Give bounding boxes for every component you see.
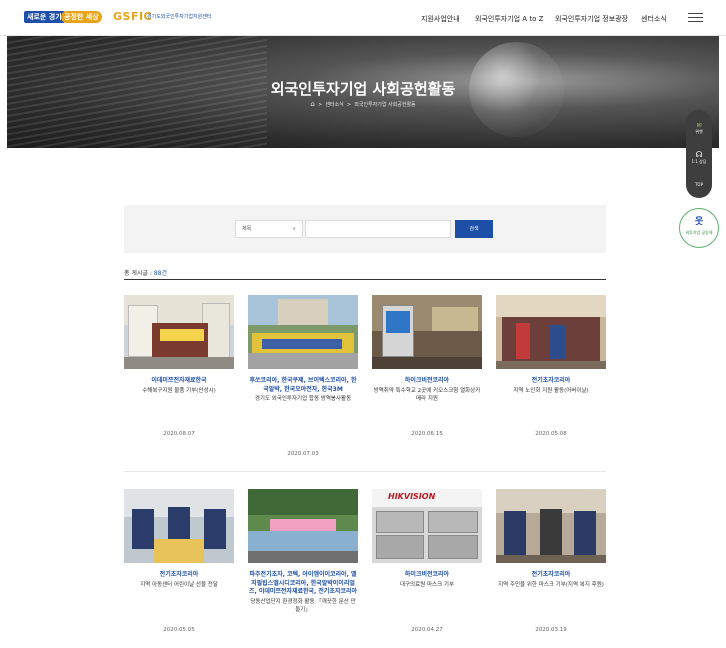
post-title: 지역 노인회 지원 활동(어버이날) [513, 387, 589, 394]
total-label: 총 게시글 : [124, 270, 154, 277]
breadcrumb-item-news[interactable]: 센터소식 [325, 102, 343, 108]
post-date: 2020.05.08 [535, 431, 567, 437]
post-card[interactable]: 하이크비전코리아 방역취약 특수학교 2곳에 키오스크형 열화상카메라 지원 [372, 295, 482, 404]
headset-icon: ☊ [695, 150, 703, 159]
hero-banner: 외국인투자기업 사회공헌활동 ⌂ > 센터소식 > 외국인투자기업 사회공헌활동 [7, 36, 719, 148]
post-date: 2020.06.15 [411, 431, 443, 437]
quick-menu: ✉ 위챗 ☊ 1:1 상담 TOP [686, 110, 712, 198]
post-title: 대구의료원 마스크 기부 [399, 581, 455, 588]
search-input[interactable] [305, 220, 451, 238]
post-company: 전기초자코리아 [159, 571, 199, 578]
breadcrumb: ⌂ > 센터소식 > 외국인투자기업 사회공헌활동 [310, 100, 416, 108]
home-icon[interactable]: ⌂ [310, 100, 314, 108]
post-company: 파주전기초자, 코텍, 아이엠이이코리아, 엘지필립스엘시디코리아, 한국알박이… [248, 571, 358, 595]
post-thumbnail[interactable] [248, 295, 358, 369]
search-type-select[interactable]: 제목 ∨ [235, 220, 303, 238]
wechat-button[interactable]: ✉ 위챗 [686, 122, 712, 135]
post-date: 2020.05.05 [163, 627, 195, 633]
slogan-badge-2[interactable]: 공정한 세상 [61, 11, 102, 23]
nav-a-to-z[interactable]: 외국인투자기업 A to Z [475, 14, 543, 24]
wechat-label: 위챗 [695, 129, 703, 134]
wechat-icon: ✉ [696, 122, 702, 129]
list-divider [124, 279, 606, 280]
post-company: 하이크비전코리아 [404, 571, 450, 578]
post-date: 2020.08.07 [163, 431, 195, 437]
post-card[interactable]: HIKVISION 하이크비전코리아 대구의료원 마스크 기부 [372, 489, 482, 589]
post-date: 2020.03.19 [535, 627, 567, 633]
post-title: 수해복구지원 물품 기부(안성시) [142, 387, 216, 394]
person-icon: 웃 [694, 217, 704, 227]
search-button[interactable]: 검색 [455, 220, 493, 238]
brand-sign: HIKVISION [388, 492, 436, 501]
post-title: 방역취약 특수학교 2곳에 키오스크형 열화상카메라 지원 [373, 387, 481, 403]
post-thumbnail[interactable]: HIKVISION [372, 489, 482, 563]
row-divider [124, 471, 606, 472]
post-card[interactable]: 이데미쯔전자재료한국 수해복구지원 물품 기부(안성시) [124, 295, 234, 395]
site-header: 새로운 경기 공정한 세상 GSFIC 경기도외국인투자기업지원센터 지원사업안… [0, 0, 726, 36]
post-date: 2020.07.03 [287, 451, 319, 457]
post-company: 후쏘코리아, 한국쿠제, 브이텍스코리아, 한국알박, 한국오야전자, 한국3M [249, 377, 357, 393]
consult-label: 1:1 상담 [691, 159, 707, 164]
search-bar: 제목 ∨ 검색 [124, 205, 606, 253]
post-company: 하이크비전코리아 [404, 377, 450, 384]
post-title: 지역 아동센터 어린이날 선물 전달 [140, 581, 218, 588]
breadcrumb-item-current[interactable]: 외국인투자기업 사회공헌활동 [354, 102, 415, 108]
search-type-value: 제목 [242, 226, 252, 232]
site-logo-org: 경기도외국인투자기업지원센터 [147, 14, 212, 20]
post-card[interactable]: 후쏘코리아, 한국쿠제, 브이텍스코리아, 한국알박, 한국오야전자, 한국3M… [248, 295, 358, 404]
post-date: 2020.04.27 [411, 627, 443, 633]
post-title: 지역 주민을 위한 마스크 기부(지역 복지 후원) [498, 581, 604, 588]
post-thumbnail[interactable] [248, 489, 358, 563]
post-thumbnail[interactable] [124, 295, 234, 369]
page-title: 외국인투자기업 사회공헌활동 [270, 80, 456, 98]
post-company: 이데미쯔전자재료한국 [151, 377, 207, 384]
post-thumbnail[interactable] [496, 489, 606, 563]
total-count: 총 게시글 : 88건 [124, 268, 167, 277]
consult-button[interactable]: ☊ 1:1 상담 [686, 150, 712, 165]
post-company: 전기초자코리아 [531, 571, 571, 578]
post-card[interactable]: 전기초자코리아 지역 아동센터 어린이날 선물 전달 [124, 489, 234, 589]
community-button[interactable]: 웃 외투기업 공동체 [679, 208, 719, 248]
post-company: 전기초자코리아 [531, 377, 571, 384]
nav-news[interactable]: 센터소식 [641, 14, 667, 24]
post-title: 당동산업단지 환경정화 활동 「깨끗한 문산 만들기」 [250, 598, 356, 614]
hamburger-icon[interactable] [688, 13, 703, 23]
top-button[interactable]: TOP [686, 182, 712, 187]
post-card[interactable]: 전기초자코리아 지역 주민을 위한 마스크 기부(지역 복지 후원) [496, 489, 606, 589]
nav-info[interactable]: 외국인투자기업 정보광장 [555, 14, 628, 24]
post-thumbnail[interactable] [496, 295, 606, 369]
slogan-badge-1[interactable]: 새로운 경기 [24, 11, 65, 23]
total-value: 88건 [153, 270, 167, 277]
nav-support[interactable]: 지원사업안내 [421, 14, 460, 24]
post-card[interactable]: 파주전기초자, 코텍, 아이엠이이코리아, 엘지필립스엘시디코리아, 한국알박이… [248, 489, 358, 615]
chevron-down-icon: ∨ [292, 226, 296, 232]
post-title: 경기도 외국인투자기업 합동 방역봉사활동 [254, 396, 352, 402]
post-thumbnail[interactable] [124, 489, 234, 563]
community-label: 외투기업 공동체 [685, 230, 713, 235]
post-card[interactable]: 전기초자코리아 지역 노인회 지원 활동(어버이날) [496, 295, 606, 395]
post-thumbnail[interactable] [372, 295, 482, 369]
